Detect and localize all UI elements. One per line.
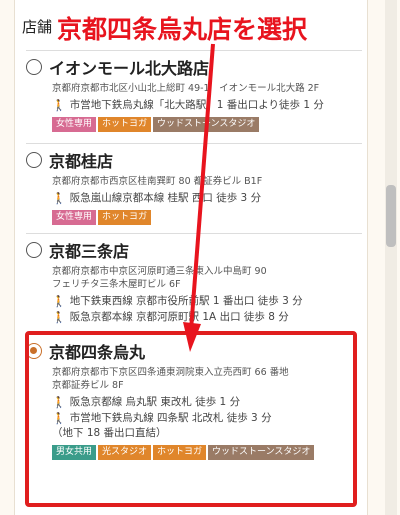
scrollbar-thumb[interactable] [386,185,396,247]
annotation-arrow-icon [183,43,215,352]
annotation-label: 京都四条烏丸店を選択 [57,15,308,44]
scrollbar-track[interactable] [385,0,397,515]
page-frame: 店舗 イオンモール北大路店 京都府京都市北区小山北上総町 49-1 イオンモール… [0,0,400,515]
